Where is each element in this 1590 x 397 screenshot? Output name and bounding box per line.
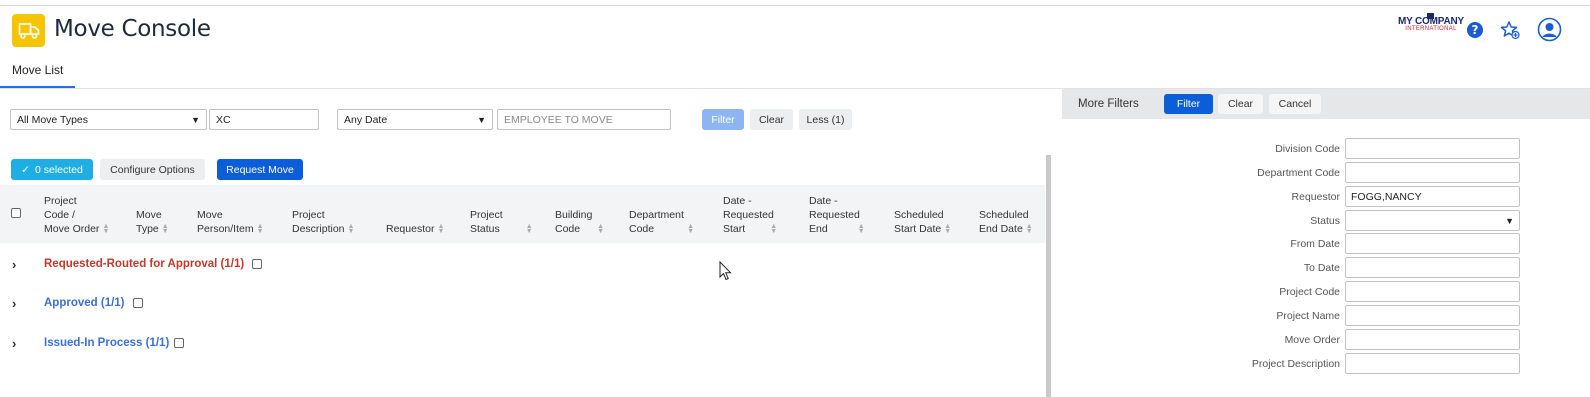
group-row-issued-in-process[interactable]: › Issued-In Process (1/1) [0, 334, 1040, 354]
user-avatar-icon[interactable] [1537, 17, 1562, 42]
column-header-date-requested-end[interactable]: Date - Requested End ▲ ▼ [809, 194, 865, 236]
more-filters-cancel-button[interactable]: Cancel [1269, 94, 1321, 114]
move-type-text-input[interactable] [209, 109, 319, 130]
company-logo: MY COMPANY INTERNATIONAL [1393, 13, 1469, 32]
group-row-approved[interactable]: › Approved (1/1) [0, 294, 1040, 314]
project-name-label: Project Name [1276, 310, 1340, 322]
column-header-move-person[interactable]: Move Person/Item ▲ ▼ [197, 208, 264, 236]
status-select[interactable]: ▼ [1345, 210, 1520, 231]
sort-icon: ▲ ▼ [944, 223, 952, 236]
column-header-date-requested-start[interactable]: Date - Requested Start ▲ ▼ [723, 194, 777, 236]
sort-icon: ▲ ▼ [256, 223, 264, 236]
column-header-project-description[interactable]: Project Description ▲ ▼ [292, 208, 354, 236]
column-header-scheduled-end[interactable]: Scheduled End Date ▲ ▼ [979, 208, 1033, 236]
move-order-label: Move Order [1284, 334, 1340, 346]
table-scrollbar[interactable] [1046, 155, 1051, 397]
project-description-input[interactable] [1345, 353, 1520, 374]
from-date-input[interactable] [1345, 233, 1520, 254]
selected-count-button[interactable]: ✓ 0 selected [11, 159, 93, 180]
column-header-department-code[interactable]: Department Code ▲ ▼ [629, 208, 694, 236]
division-code-label: Division Code [1275, 143, 1340, 155]
project-code-label: Project Code [1279, 286, 1340, 298]
requestor-input[interactable]: FOGG,NANCY [1345, 186, 1520, 207]
group-label[interactable]: Issued-In Process (1/1) [44, 337, 169, 349]
column-header-project-status[interactable]: Project Status ▲ ▼ [470, 208, 533, 236]
column-header-scheduled-start[interactable]: Scheduled Start Date ▲ ▼ [894, 208, 951, 236]
chevron-down-icon: ▼ [477, 114, 486, 125]
project-code-input[interactable] [1345, 281, 1520, 302]
less-filters-button[interactable]: Less (1) [799, 109, 852, 130]
chevron-right-icon[interactable]: › [12, 336, 16, 351]
sort-icon: ▲ ▼ [102, 223, 110, 236]
sort-icon: ▲ ▼ [597, 223, 605, 236]
column-header-project-code[interactable]: Project Code / Move Order ▲ ▼ [44, 194, 109, 236]
to-date-input[interactable] [1345, 257, 1520, 278]
group-checkbox[interactable] [252, 259, 262, 269]
filter-button[interactable]: Filter [702, 109, 744, 130]
group-checkbox[interactable] [174, 338, 184, 348]
sort-icon: ▲ ▼ [687, 223, 695, 236]
sort-icon: ▲ ▼ [857, 223, 865, 236]
chevron-right-icon[interactable]: › [12, 296, 16, 311]
chevron-right-icon[interactable]: › [12, 257, 16, 272]
mouse-pointer-icon [719, 260, 732, 284]
top-divider [0, 5, 1590, 6]
group-row-requested-routed[interactable]: › Requested-Routed for Approval (1/1) [0, 255, 1040, 275]
more-filters-filter-button[interactable]: Filter [1164, 94, 1213, 114]
sort-icon: ▲ ▼ [770, 223, 778, 236]
more-filters-title: More Filters [1078, 98, 1139, 110]
group-label[interactable]: Requested-Routed for Approval (1/1) [44, 258, 244, 270]
svg-text:?: ? [1472, 23, 1479, 37]
group-label[interactable]: Approved (1/1) [44, 297, 125, 309]
sort-icon: ▲ ▼ [1025, 223, 1033, 236]
select-all-checkbox[interactable] [11, 208, 21, 218]
sort-icon: ▲ ▼ [437, 223, 445, 236]
column-header-requestor[interactable]: Requestor ▲ ▼ [386, 222, 444, 236]
move-order-input[interactable] [1345, 329, 1520, 350]
department-code-label: Department Code [1257, 167, 1340, 179]
division-code-input[interactable] [1345, 138, 1520, 159]
sort-icon: ▲ ▼ [347, 223, 355, 236]
group-checkbox[interactable] [133, 298, 143, 308]
requestor-label: Requestor [1291, 191, 1340, 203]
clear-button[interactable]: Clear [750, 109, 793, 130]
more-filters-header: More Filters Filter Clear Cancel [1062, 89, 1590, 119]
from-date-label: From Date [1290, 238, 1340, 250]
favorite-star-icon[interactable] [1500, 20, 1520, 40]
column-header-building-code[interactable]: Building Code ▲ ▼ [555, 208, 604, 236]
to-date-label: To Date [1303, 262, 1340, 274]
sort-icon: ▲ ▼ [161, 223, 169, 236]
more-filters-clear-button[interactable]: Clear [1218, 94, 1263, 114]
configure-options-button[interactable]: Configure Options [100, 159, 205, 180]
chevron-down-icon: ▼ [1505, 215, 1514, 226]
page-title: Move Console [54, 16, 211, 42]
chevron-down-icon: ▼ [191, 114, 200, 125]
moving-truck-icon [12, 14, 45, 47]
tab-move-list[interactable]: Move List [12, 63, 63, 77]
column-header-move-type[interactable]: Move Type ▲ ▼ [136, 208, 169, 236]
date-select[interactable]: Any Date ▼ [337, 109, 493, 130]
help-icon[interactable]: ? [1465, 20, 1485, 40]
department-code-input[interactable] [1345, 162, 1520, 183]
move-type-select[interactable]: All Move Types ▼ [10, 109, 207, 130]
request-move-button[interactable]: Request Move [217, 159, 303, 180]
status-label: Status [1310, 215, 1340, 227]
sort-icon: ▲ ▼ [525, 223, 533, 236]
project-name-input[interactable] [1345, 305, 1520, 326]
check-icon: ✓ [21, 163, 30, 176]
project-description-label: Project Description [1251, 358, 1340, 370]
employee-search-input[interactable] [497, 109, 671, 130]
